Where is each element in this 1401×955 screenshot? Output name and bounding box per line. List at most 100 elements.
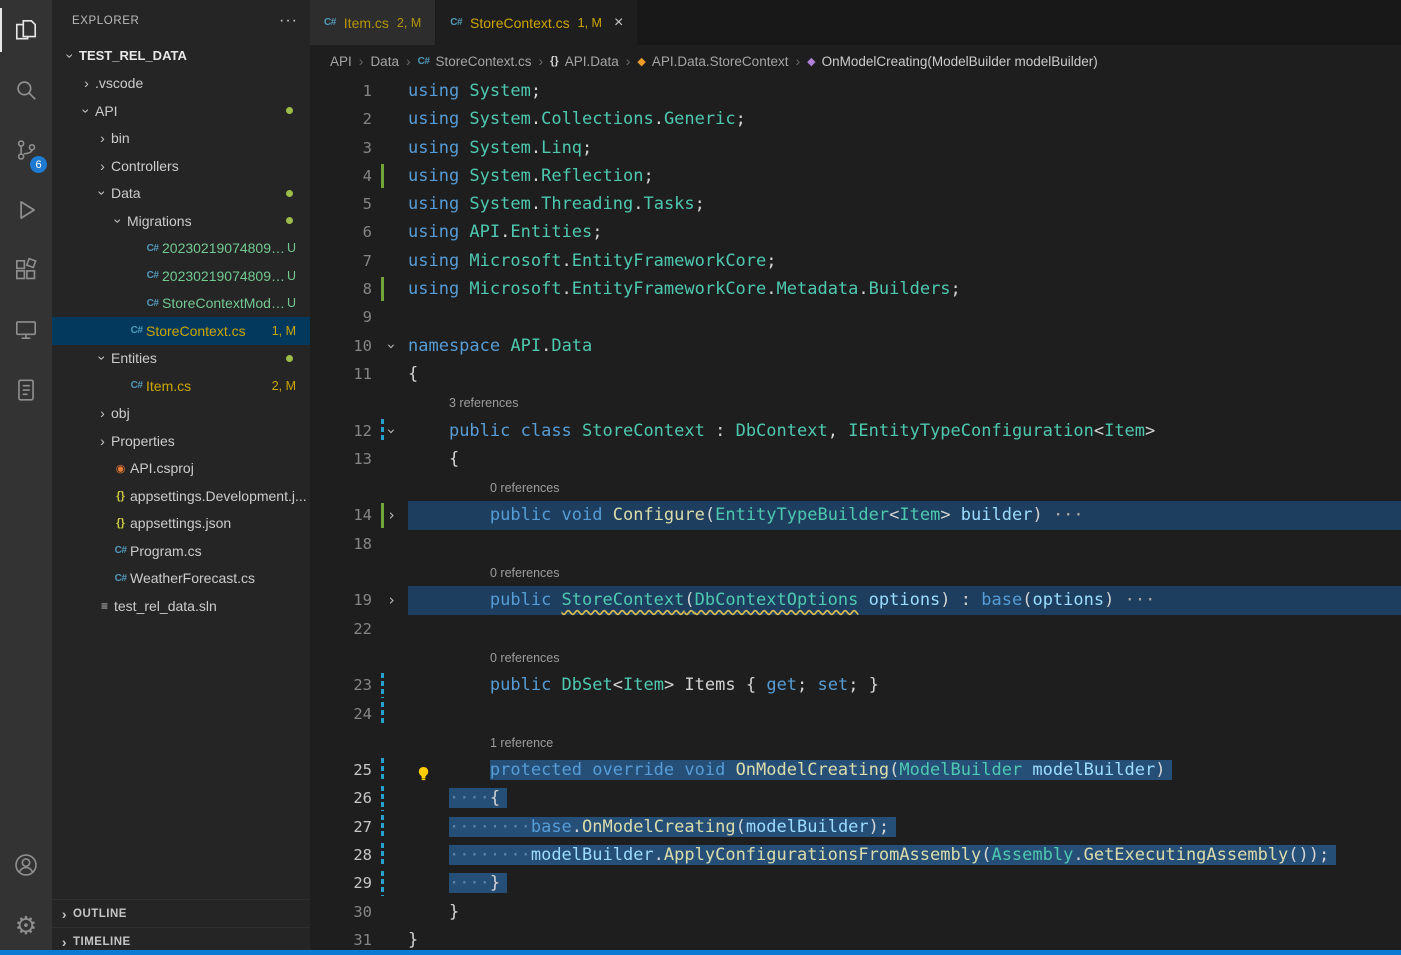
more-actions-icon[interactable]: ··· <box>279 12 298 30</box>
activity-icon-extensions[interactable] <box>0 240 52 300</box>
tree-item-weatherforecast-cs[interactable]: C# WeatherForecast.cs <box>52 565 310 593</box>
breadcrumb-item-api[interactable]: API <box>330 54 352 69</box>
tree-item-test-rel-data-sln[interactable]: ≡ test_rel_data.sln <box>52 592 310 620</box>
tree-item-20230219074809-i[interactable]: C# 20230219074809_I... U <box>52 235 310 263</box>
tree-item-item-cs[interactable]: C# Item.cs 2, M <box>52 372 310 400</box>
tree-item-storecontext-cs[interactable]: C# StoreContext.cs 1, M <box>52 317 310 345</box>
fold-collapsed-icon[interactable]: › <box>387 586 396 614</box>
code-token: Entities <box>510 222 593 243</box>
breadcrumb-item-api-data[interactable]: {} API.Data <box>550 54 619 69</box>
tree-item-label: StoreContext.cs <box>146 322 246 339</box>
tree-item-obj[interactable]: › obj <box>52 400 310 428</box>
code-line[interactable]: 11 { <box>310 360 1401 388</box>
code-line[interactable]: 29 ····} <box>310 869 1401 897</box>
activity-icon-outline-document[interactable] <box>0 360 52 420</box>
codelens-row[interactable]: 0 references <box>310 473 1401 501</box>
tree-item-controllers[interactable]: › Controllers <box>52 152 310 180</box>
breadcrumb-label: StoreContext.cs <box>435 53 532 69</box>
code-line[interactable]: 7 using Microsoft.EntityFrameworkCore; <box>310 247 1401 275</box>
fold-expanded-icon[interactable]: › <box>377 341 405 350</box>
tree-item-api-csproj[interactable]: ◉ API.csproj <box>52 455 310 483</box>
breadcrumb-item-storecontext-cs[interactable]: C# StoreContext.cs <box>418 54 532 69</box>
tree-item-20230219074809-i[interactable]: C# 20230219074809_I... U <box>52 262 310 290</box>
code-line[interactable]: 2 using System.Collections.Generic; <box>310 105 1401 133</box>
code-line[interactable]: 1 using System; <box>310 77 1401 105</box>
activity-icon-source-control[interactable]: 6 <box>0 120 52 180</box>
code-line[interactable]: 8 using Microsoft.EntityFrameworkCore.Met… <box>310 275 1401 303</box>
line-number <box>310 728 378 756</box>
leading-whitespace <box>408 788 449 808</box>
activity-bar: 6 ⚙ <box>0 0 52 955</box>
activity-icon-run-and-debug[interactable] <box>0 180 52 240</box>
close-icon[interactable]: × <box>614 14 623 31</box>
line-number: 12 <box>353 421 372 440</box>
breadcrumb-item-onmodelcreating-modelbuilder-m[interactable]: ◆ OnModelCreating(ModelBuilder modelBuild… <box>807 54 1098 69</box>
gutter-change-indicator <box>381 814 384 840</box>
code-line[interactable]: 9 <box>310 303 1401 331</box>
codelens-row[interactable]: 3 references <box>310 388 1401 416</box>
code-area[interactable]: 1 using System; 2 using System.Collections.… <box>310 77 1401 955</box>
chevron-down-icon: › <box>110 218 127 224</box>
codelens-row[interactable]: 1 reference <box>310 728 1401 756</box>
tree-item-data[interactable]: › Data <box>52 180 310 208</box>
codelens-references[interactable]: 0 references <box>490 651 559 665</box>
code-line[interactable]: 4 using System.Reflection; <box>310 162 1401 190</box>
tab-item-cs[interactable]: C# Item.cs 2, M <box>310 0 437 45</box>
code-token: ( <box>1022 590 1033 611</box>
tree-item-test-rel-data[interactable]: › TEST_REL_DATA <box>52 42 310 70</box>
tree-item-storecontextmode[interactable]: C# StoreContextMode... U <box>52 290 310 318</box>
status-bar[interactable] <box>0 950 1401 955</box>
tree-item-vscode[interactable]: › .vscode <box>52 70 310 98</box>
breadcrumb-item-api-data-storecontext[interactable]: ◆ API.Data.StoreContext <box>637 54 788 69</box>
codelens-row[interactable]: 0 references <box>310 643 1401 671</box>
code-token: void <box>684 760 736 781</box>
tree-item-api[interactable]: › API <box>52 97 310 125</box>
code-line[interactable]: 3 using System.Linq; <box>310 134 1401 162</box>
fold-collapsed-icon[interactable]: › <box>387 501 396 529</box>
code-line[interactable]: 18 <box>310 530 1401 558</box>
code-line[interactable]: 30 } <box>310 898 1401 926</box>
codelens-references[interactable]: 0 references <box>490 481 559 495</box>
codelens-references[interactable]: 1 reference <box>490 736 553 750</box>
code-line[interactable]: 14 › public void Configure(EntityTypeBuil… <box>310 501 1401 530</box>
breadcrumb-item-data[interactable]: Data <box>370 54 399 69</box>
code-line[interactable]: 26 ····{ <box>310 784 1401 812</box>
tab-storecontext-cs[interactable]: C# StoreContext.cs 1, M × <box>436 0 639 45</box>
line-content: 0 references <box>408 473 1401 501</box>
code-line[interactable]: 12 › public class StoreContext : DbContex… <box>310 417 1401 445</box>
tree-item-migrations[interactable]: › Migrations <box>52 207 310 235</box>
codelens-row[interactable]: 0 references <box>310 558 1401 586</box>
tree-item-bin[interactable]: › bin <box>52 125 310 153</box>
breadcrumb-separator: › <box>538 53 544 69</box>
code-line[interactable]: 22 <box>310 615 1401 643</box>
tree-item-entities[interactable]: › Entities <box>52 345 310 373</box>
code-line[interactable]: 13 { <box>310 445 1401 473</box>
activity-icon-explorer[interactable] <box>0 0 52 60</box>
activity-icon-settings-gear[interactable]: ⚙ <box>0 895 52 955</box>
fold-expanded-icon[interactable]: › <box>377 426 405 435</box>
code-line[interactable]: 5 using System.Threading.Tasks; <box>310 190 1401 218</box>
gutter <box>378 162 408 190</box>
line-content: using System.Reflection; <box>408 162 1401 190</box>
codelens-references[interactable]: 0 references <box>490 566 559 580</box>
tree-item-program-cs[interactable]: C# Program.cs <box>52 537 310 565</box>
code-line[interactable]: 28 ········modelBuilder.ApplyConfigurati… <box>310 841 1401 869</box>
code-line[interactable]: 27 ········base.OnModelCreating(modelBui… <box>310 813 1401 841</box>
tree-item-appsettings-development-j[interactable]: {} appsettings.Development.j... <box>52 482 310 510</box>
panel-outline[interactable]: › OUTLINE <box>52 899 310 927</box>
code-line[interactable]: 19 › public StoreContext(DbContextOptions… <box>310 586 1401 615</box>
code-line[interactable]: 25 protected override void OnModelCreati… <box>310 756 1401 784</box>
code-line[interactable]: 24 <box>310 700 1401 728</box>
tree-item-appsettings-json[interactable]: {} appsettings.json <box>52 510 310 538</box>
code-token: Threading <box>541 194 634 215</box>
tree-item-label: TEST_REL_DATA <box>79 48 187 64</box>
activity-icon-search[interactable] <box>0 60 52 120</box>
code-line[interactable]: 10 › namespace API.Data <box>310 332 1401 360</box>
code-line[interactable]: 6 using API.Entities; <box>310 218 1401 246</box>
codelens-references[interactable]: 3 references <box>449 396 518 410</box>
activity-icon-accounts[interactable] <box>0 835 52 895</box>
activity-icon-remote-explorer[interactable] <box>0 300 52 360</box>
code-line[interactable]: 23 public DbSet<Item> Items { get; set; … <box>310 671 1401 699</box>
tree-item-properties[interactable]: › Properties <box>52 427 310 455</box>
